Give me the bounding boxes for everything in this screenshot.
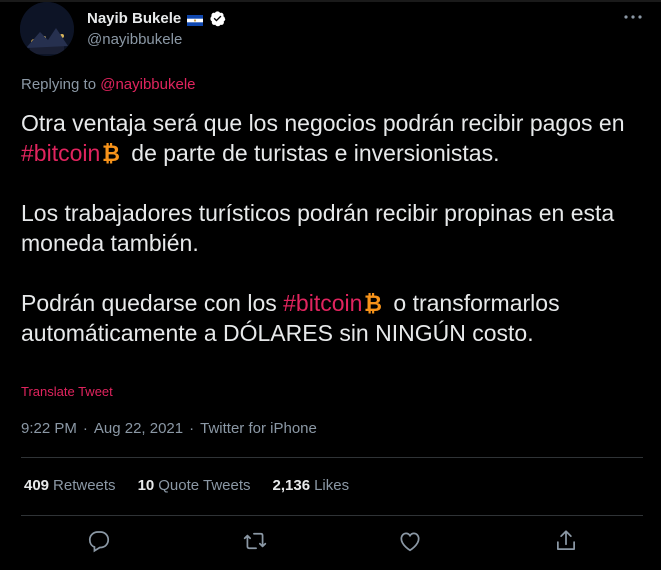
author-display-name[interactable]: Nayib Bukele [87,10,181,27]
retweet-icon[interactable] [242,528,268,554]
likes-label: Likes [314,477,350,494]
likes-count: 2,136 [272,477,311,494]
avatar[interactable] [20,2,74,56]
verified-badge-icon [209,10,226,27]
tweet-text: Otra ventaja será que los negocios podrá… [21,108,651,348]
svg-text:₿: ₿ [364,292,382,314]
tweet-stats: 409 Retweets 10 Quote Tweets 2,136 Likes [24,477,349,494]
author-name-row[interactable]: Nayib Bukele [87,8,226,28]
retweets-label: Retweets [53,477,116,494]
tweet-text-segment: Podrán quedarse con los [21,290,284,316]
hashtag-link[interactable]: #bitcoin [21,140,100,166]
tweet-time[interactable]: 9:22 PM [21,420,77,437]
likes-stat[interactable]: 2,136 Likes [273,477,350,494]
tweet-date[interactable]: Aug 22, 2021 [94,420,183,437]
retweets-stat[interactable]: 409 Retweets [24,477,116,494]
share-icon[interactable] [553,528,579,554]
el-salvador-flag-icon [187,13,204,26]
tweet-paragraph-3: Podrán quedarse con los #bitcoin ₿ o tra… [21,288,651,348]
quote-tweets-label: Quote Tweets [158,477,251,494]
meta-separator: · [189,420,195,437]
quote-tweets-count: 10 [137,477,155,494]
tweet-actions [0,528,661,558]
bitcoin-emoji-icon: ₿ [364,291,385,317]
tweet-paragraph-2: Los trabajadores turísticos podrán recib… [21,200,615,256]
replying-mention-link[interactable]: @nayibbukele [100,76,195,93]
reply-icon[interactable] [86,528,112,554]
quote-tweets-stat[interactable]: 10 Quote Tweets [138,477,251,494]
hashtag-link[interactable]: #bitcoin [283,290,362,316]
more-horizontal-icon[interactable] [622,10,644,22]
tweet-paragraph-1: Otra ventaja será que los negocios podrá… [21,108,651,168]
divider [21,457,643,458]
meta-separator: · [82,420,88,437]
bitcoin-emoji-icon: ₿ [102,141,123,167]
replying-to: Replying to @nayibbukele [21,76,196,93]
replying-prefix: Replying to [21,76,101,93]
heart-icon[interactable] [397,528,423,554]
svg-text:₿: ₿ [102,142,120,164]
tweet-detail: Nayib Bukele @nayibbukele Replying to @n… [0,0,661,570]
author-handle[interactable]: @nayibbukele [87,31,182,48]
divider [21,515,643,516]
tweet-source[interactable]: Twitter for iPhone [200,420,317,437]
tweet-text-segment: Otra ventaja será que los negocios podrá… [21,110,625,136]
translate-tweet-link[interactable]: Translate Tweet [21,384,113,399]
tweet-text-segment: de parte de turistas e inversionistas. [131,140,500,166]
top-divider [0,0,661,2]
tweet-meta: 9:22 PM · Aug 22, 2021 · Twitter for iPh… [21,420,317,437]
retweets-count: 409 [24,477,50,494]
